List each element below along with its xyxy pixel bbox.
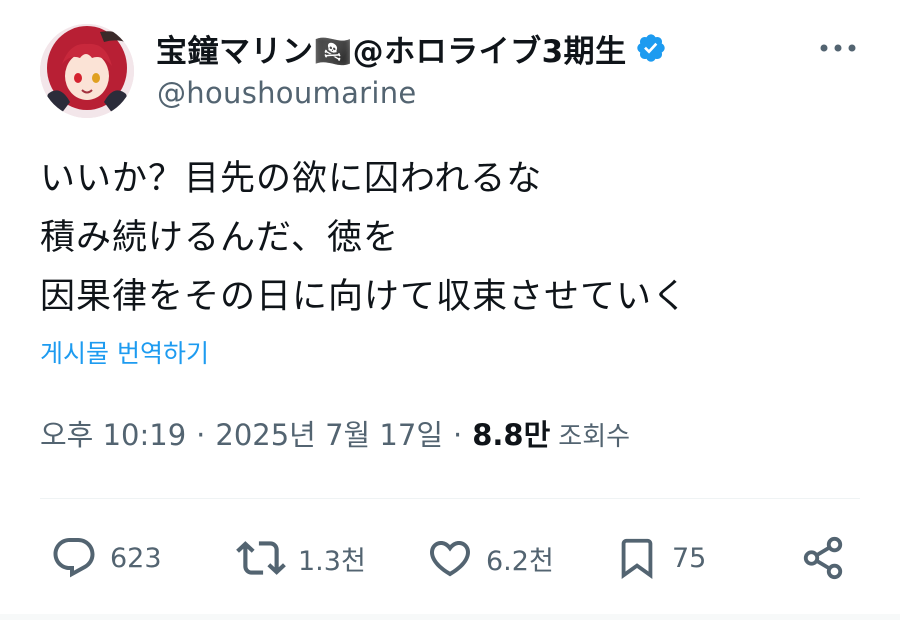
reply-icon [53,538,95,578]
verified-badge-icon [635,32,667,64]
action-bar: 623 1.3천 6.2천 75 [0,530,900,586]
views-count: 8.8만 [472,418,551,452]
divider [40,498,860,499]
retweet-button[interactable]: 1.3천 [236,530,366,586]
tweet-date[interactable]: 2025년 7월 17일 [215,412,443,454]
reply-count: 623 [110,542,162,574]
more-button[interactable] [816,30,860,66]
author-handle[interactable]: @houshoumarine [157,76,417,110]
author-display-name[interactable]: 宝鐘マリン🏴‍☠️@ホロライブ3期生 [156,26,627,71]
more-icon [820,44,856,52]
tweet-text-line: 因果律をその日に向けて収束させていく [40,277,689,317]
like-button[interactable]: 6.2천 [426,530,554,586]
translate-post-link[interactable]: 게시물 번역하기 [40,334,209,370]
bookmark-count: 75 [672,542,707,574]
retweet-count: 1.3천 [298,545,366,577]
tweet-meta: 오후 10:19 · 2025년 7월 17일 · 8.8만 조회수 [40,412,630,454]
share-button[interactable] [800,530,846,586]
avatar-image [40,24,134,118]
bookmark-icon [621,538,653,579]
bookmark-button[interactable]: 75 [614,530,706,586]
author-name-row[interactable]: 宝鐘マリン🏴‍☠️@ホロライブ3期生 [156,26,667,70]
share-icon [803,536,843,580]
tweet-text-line: 積み続けるんだ、徳を [40,218,399,258]
tweet-time[interactable]: 오후 10:19 [40,412,186,454]
bottom-divider [0,614,900,620]
avatar[interactable] [40,24,134,118]
views-label: 조회수 [558,422,631,452]
like-count: 6.2천 [486,545,554,577]
tweet-text-line: いいか？目先の欲に囚われるな [40,159,543,199]
meta-separator: · [453,418,463,452]
meta-separator: · [196,418,206,452]
heart-icon [429,541,471,577]
retweet-icon [236,541,286,575]
tweet-detail: 宝鐘マリン🏴‍☠️@ホロライブ3期生 @houshoumarine いいか？目先… [0,0,900,620]
reply-button[interactable]: 623 [50,530,162,586]
tweet-text: いいか？目先の欲に囚われるな 積み続けるんだ、徳を 因果律をその日に向けて収束さ… [40,150,860,327]
